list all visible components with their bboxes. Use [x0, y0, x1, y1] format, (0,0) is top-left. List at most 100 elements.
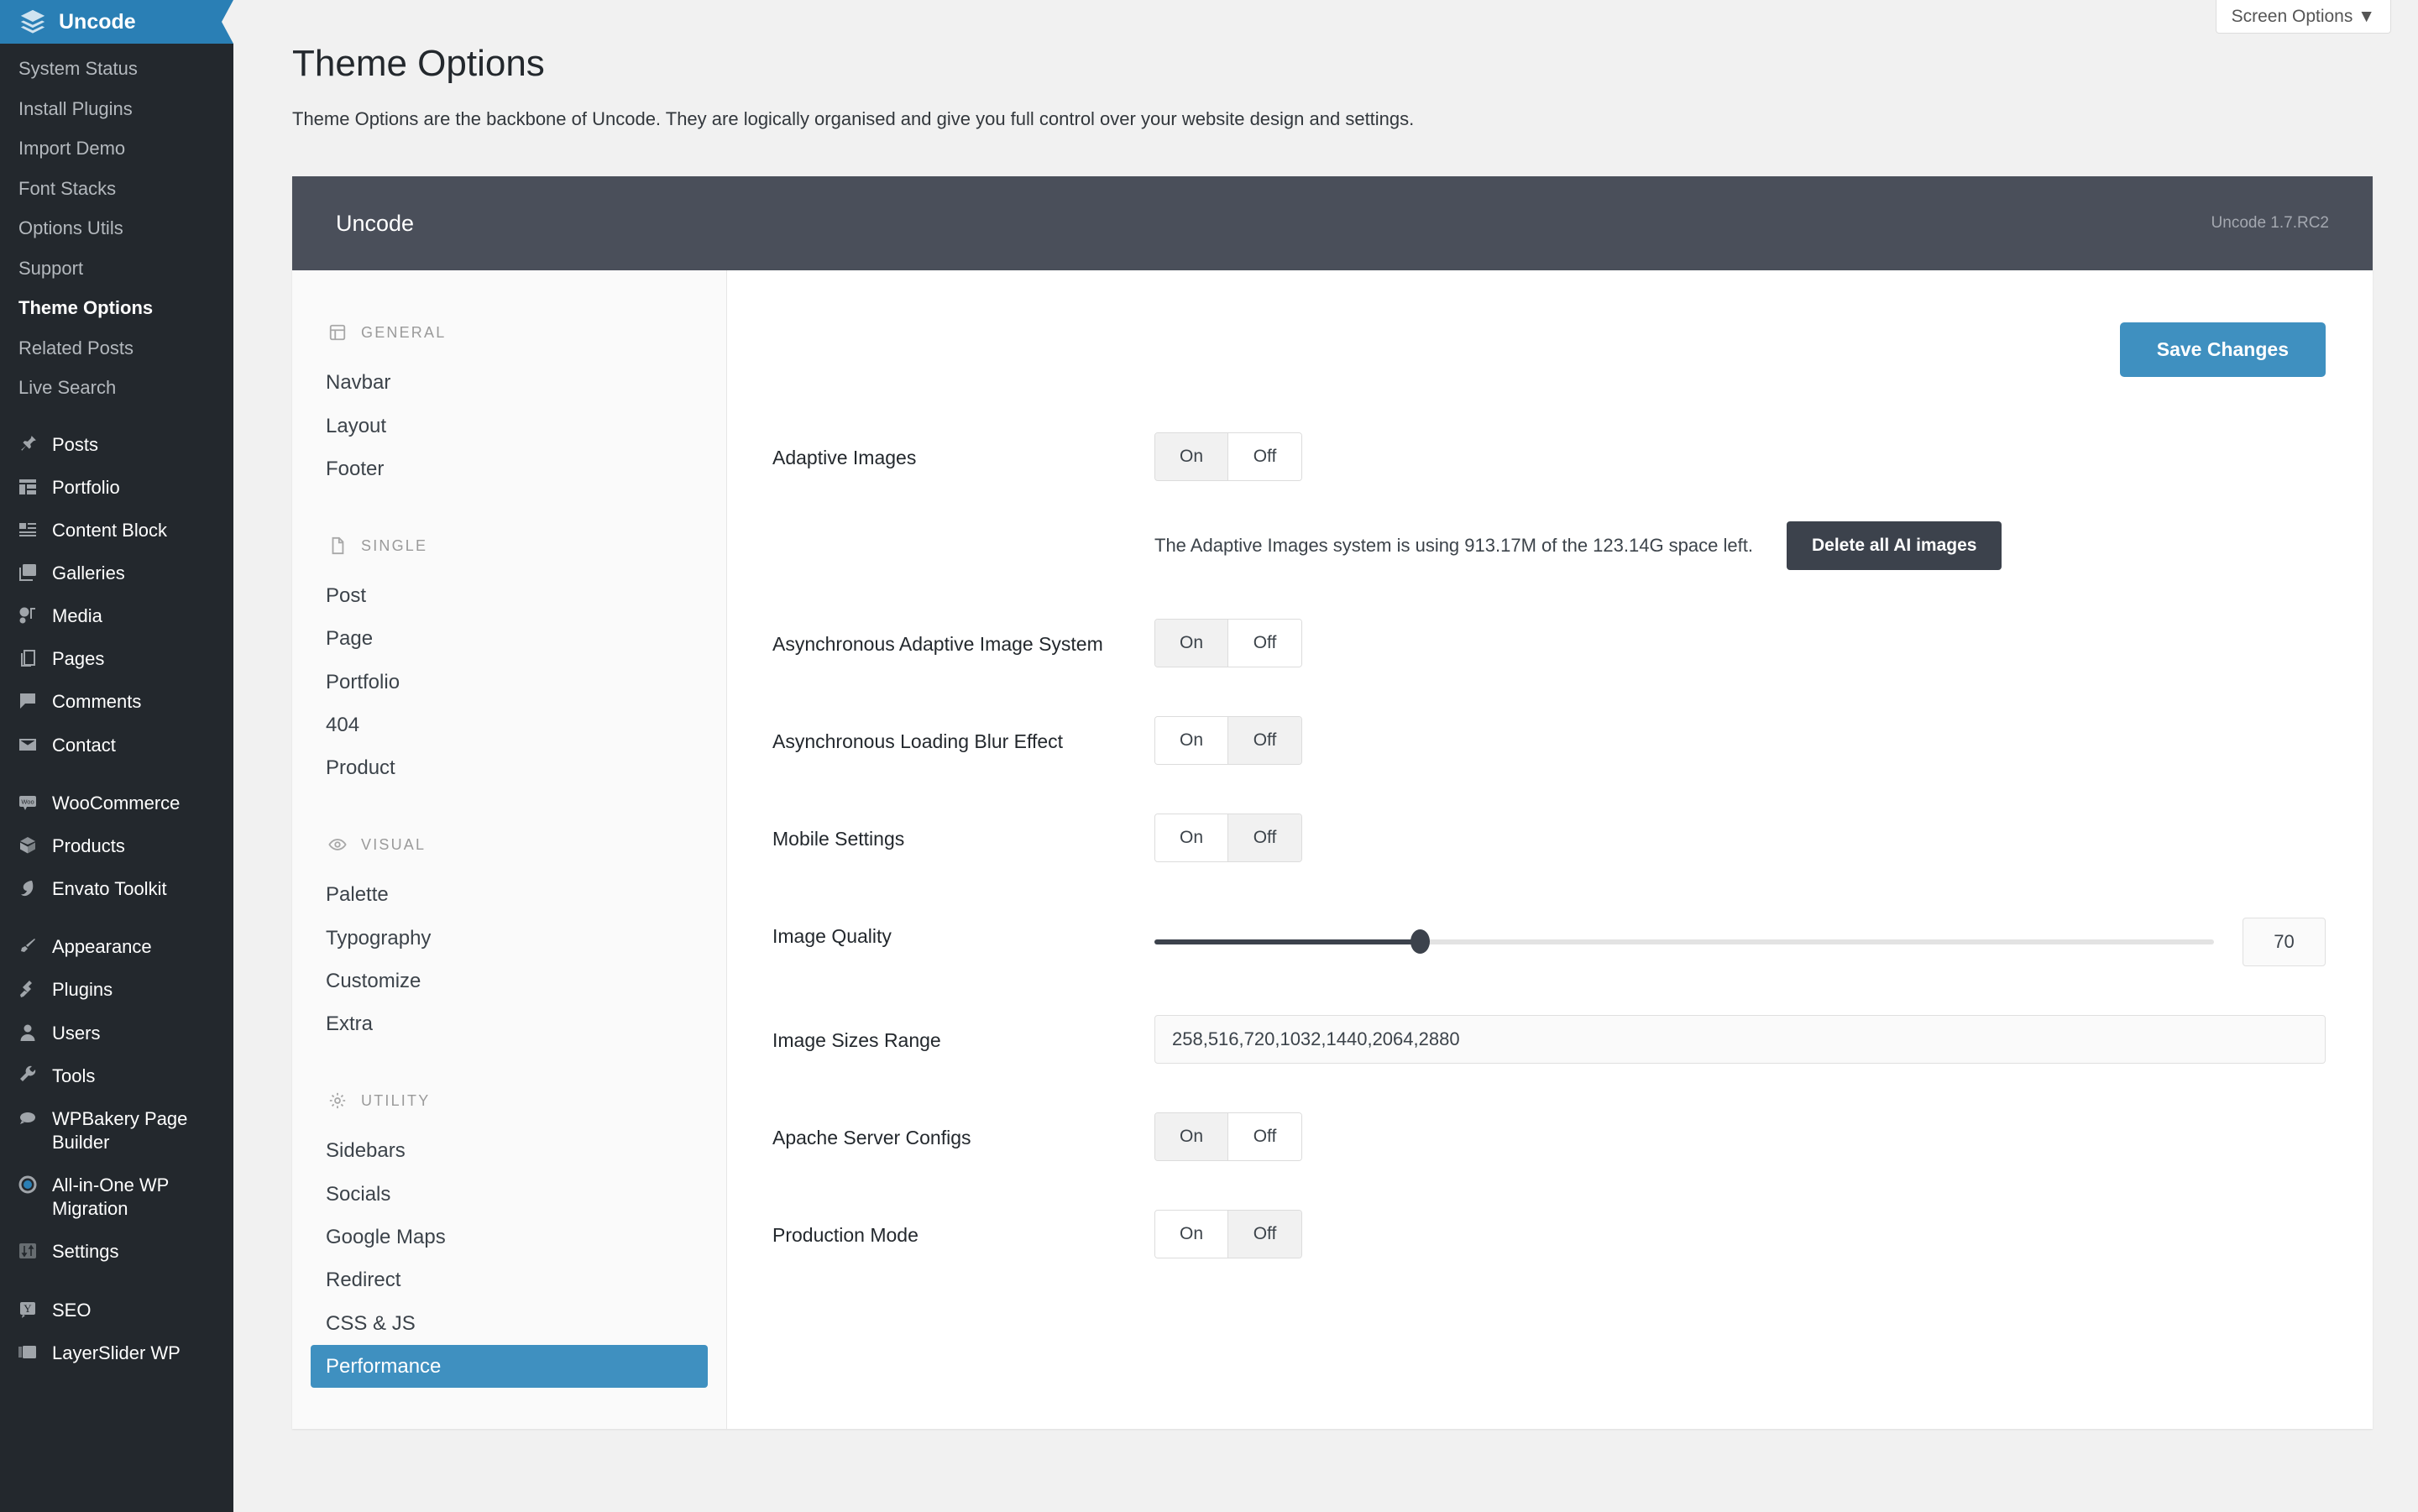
sidebar-item-system-status[interactable]: System Status	[0, 49, 233, 89]
toggle-on-option[interactable]: On	[1155, 433, 1228, 481]
options-item-extra[interactable]: Extra	[326, 1002, 708, 1045]
sidebar-item-install-plugins[interactable]: Install Plugins	[0, 89, 233, 129]
sidebar-item-media[interactable]: Media	[0, 594, 233, 637]
screen-options-toggle[interactable]: Screen Options ▼	[2215, 0, 2391, 34]
sidebar-item-seo[interactable]: Y SEO	[0, 1289, 233, 1332]
toggle-on-option[interactable]: On	[1155, 1113, 1228, 1161]
sidebar-label: Content Block	[52, 519, 167, 541]
options-item-navbar[interactable]: Navbar	[326, 361, 708, 404]
envato-leaf-icon	[13, 876, 42, 900]
sidebar-item-pages[interactable]: Pages	[0, 637, 233, 680]
sidebar-item-posts[interactable]: Posts	[0, 423, 233, 466]
sidebar-label: Contact	[52, 734, 116, 756]
sidebar-item-layerslider-wp[interactable]: LayerSlider WP	[0, 1332, 233, 1374]
sidebar-item-galleries[interactable]: Galleries	[0, 552, 233, 594]
options-item-customize[interactable]: Customize	[326, 960, 708, 1002]
toggle-on-option[interactable]: On	[1155, 814, 1228, 862]
options-item-product[interactable]: Product	[326, 746, 708, 789]
options-item-palette[interactable]: Palette	[326, 873, 708, 916]
sidebar-item-settings[interactable]: Settings	[0, 1230, 233, 1273]
media-icon	[13, 604, 42, 627]
sidebar-item-options-utils[interactable]: Options Utils	[0, 208, 233, 249]
options-item-socials[interactable]: Socials	[326, 1173, 708, 1216]
sidebar-item-import-demo[interactable]: Import Demo	[0, 128, 233, 169]
sidebar-label: Media	[52, 605, 102, 627]
toggle-off-option[interactable]: Off	[1228, 717, 1301, 765]
image-quality-value[interactable]: 70	[2243, 918, 2326, 967]
wrench-icon	[13, 1064, 42, 1087]
sidebar-label: Tools	[52, 1065, 96, 1086]
toggle-on-option[interactable]: On	[1155, 1211, 1228, 1258]
sidebar-brand-label: Uncode	[59, 9, 136, 34]
options-item-sidebars[interactable]: Sidebars	[326, 1129, 708, 1172]
options-item-footer[interactable]: Footer	[326, 447, 708, 490]
sidebar-item-comments[interactable]: Comments	[0, 680, 233, 723]
sidebar-label: Posts	[52, 433, 99, 455]
field-apache-server-configs: Apache Server Configs On Off	[772, 1112, 2326, 1162]
image-sizes-range-input[interactable]	[1154, 1015, 2326, 1065]
sidebar-item-tools[interactable]: Tools	[0, 1054, 233, 1097]
field-label: Apache Server Configs	[772, 1127, 971, 1149]
sidebar-item-support[interactable]: Support	[0, 249, 233, 289]
sidebar-item-content-block[interactable]: Content Block	[0, 509, 233, 552]
toggle-on-option[interactable]: On	[1155, 717, 1228, 765]
gear-icon	[326, 1091, 349, 1111]
adaptive-images-note-row: The Adaptive Images system is using 913.…	[772, 521, 2326, 571]
sidebar-item-appearance[interactable]: Appearance	[0, 925, 233, 968]
sidebar-item-wpbakery-page-builder[interactable]: WPBakery Page Builder	[0, 1097, 233, 1164]
layout-panel-icon	[326, 322, 349, 343]
toggle-off-option[interactable]: Off	[1228, 1113, 1301, 1161]
plug-icon	[13, 977, 42, 1001]
sidebar-item-theme-options[interactable]: Theme Options	[0, 288, 233, 328]
sidebar-label: WPBakery Page Builder	[52, 1107, 188, 1153]
slider-handle[interactable]	[1410, 929, 1430, 955]
toggle-on-option[interactable]: On	[1155, 620, 1228, 667]
toggle-off-option[interactable]: Off	[1228, 814, 1301, 862]
toggle-off-option[interactable]: Off	[1228, 433, 1301, 481]
options-item-google-maps[interactable]: Google Maps	[326, 1216, 708, 1258]
page-title: Theme Options	[292, 43, 545, 84]
sidebar-item-products[interactable]: Products	[0, 824, 233, 867]
sidebar-item-live-search[interactable]: Live Search	[0, 368, 233, 408]
pin-icon	[13, 432, 42, 456]
options-item-404[interactable]: 404	[326, 704, 708, 746]
options-item-performance[interactable]: Performance	[311, 1344, 708, 1389]
options-item-layout[interactable]: Layout	[326, 405, 708, 447]
sidebar-item-all-in-one-wp-migration[interactable]: All-in-One WP Migration	[0, 1164, 233, 1230]
mobile-settings-toggle[interactable]: On Off	[1154, 814, 1302, 863]
field-label: Image Sizes Range	[772, 1029, 941, 1052]
options-item-page[interactable]: Page	[326, 617, 708, 660]
save-changes-button[interactable]: Save Changes	[2119, 322, 2326, 378]
apache-configs-toggle[interactable]: On Off	[1154, 1112, 1302, 1162]
async-blur-toggle[interactable]: On Off	[1154, 716, 1302, 766]
sidebar-item-woocommerce[interactable]: Woo WooCommerce	[0, 782, 233, 824]
options-item-typography[interactable]: Typography	[326, 917, 708, 960]
sidebar-item-plugins[interactable]: Plugins	[0, 968, 233, 1011]
sidebar-item-contact[interactable]: Contact	[0, 724, 233, 766]
async-adaptive-toggle[interactable]: On Off	[1154, 619, 1302, 668]
options-item-portfolio[interactable]: Portfolio	[326, 661, 708, 704]
svg-text:Y: Y	[24, 1302, 32, 1315]
field-image-quality: Image Quality 70	[772, 911, 2326, 967]
options-group-utility: UTILITY	[292, 1091, 726, 1111]
delete-all-ai-images-button[interactable]: Delete all AI images	[1786, 521, 2002, 571]
image-quality-slider[interactable]	[1154, 929, 2214, 955]
sidebar-brand-uncode[interactable]: Uncode	[0, 0, 233, 44]
toggle-off-option[interactable]: Off	[1228, 1211, 1301, 1258]
content-block-icon	[13, 518, 42, 541]
sidebar-item-users[interactable]: Users	[0, 1012, 233, 1054]
panel-version: Uncode 1.7.RC2	[2211, 214, 2329, 233]
options-item-redirect[interactable]: Redirect	[326, 1258, 708, 1301]
adaptive-images-toggle[interactable]: On Off	[1154, 432, 1302, 482]
options-item-css-js[interactable]: CSS & JS	[326, 1302, 708, 1345]
sidebar-label: Portfolio	[52, 476, 120, 498]
field-label: Adaptive Images	[772, 447, 917, 469]
sidebar-item-related-posts[interactable]: Related Posts	[0, 328, 233, 369]
sidebar-item-font-stacks[interactable]: Font Stacks	[0, 169, 233, 209]
options-item-post[interactable]: Post	[326, 574, 708, 617]
toggle-off-option[interactable]: Off	[1228, 620, 1301, 667]
production-mode-toggle[interactable]: On Off	[1154, 1210, 1302, 1259]
sidebar-item-portfolio[interactable]: Portfolio	[0, 466, 233, 509]
sidebar-item-envato-toolkit[interactable]: Envato Toolkit	[0, 867, 233, 910]
envelope-icon	[13, 733, 42, 756]
